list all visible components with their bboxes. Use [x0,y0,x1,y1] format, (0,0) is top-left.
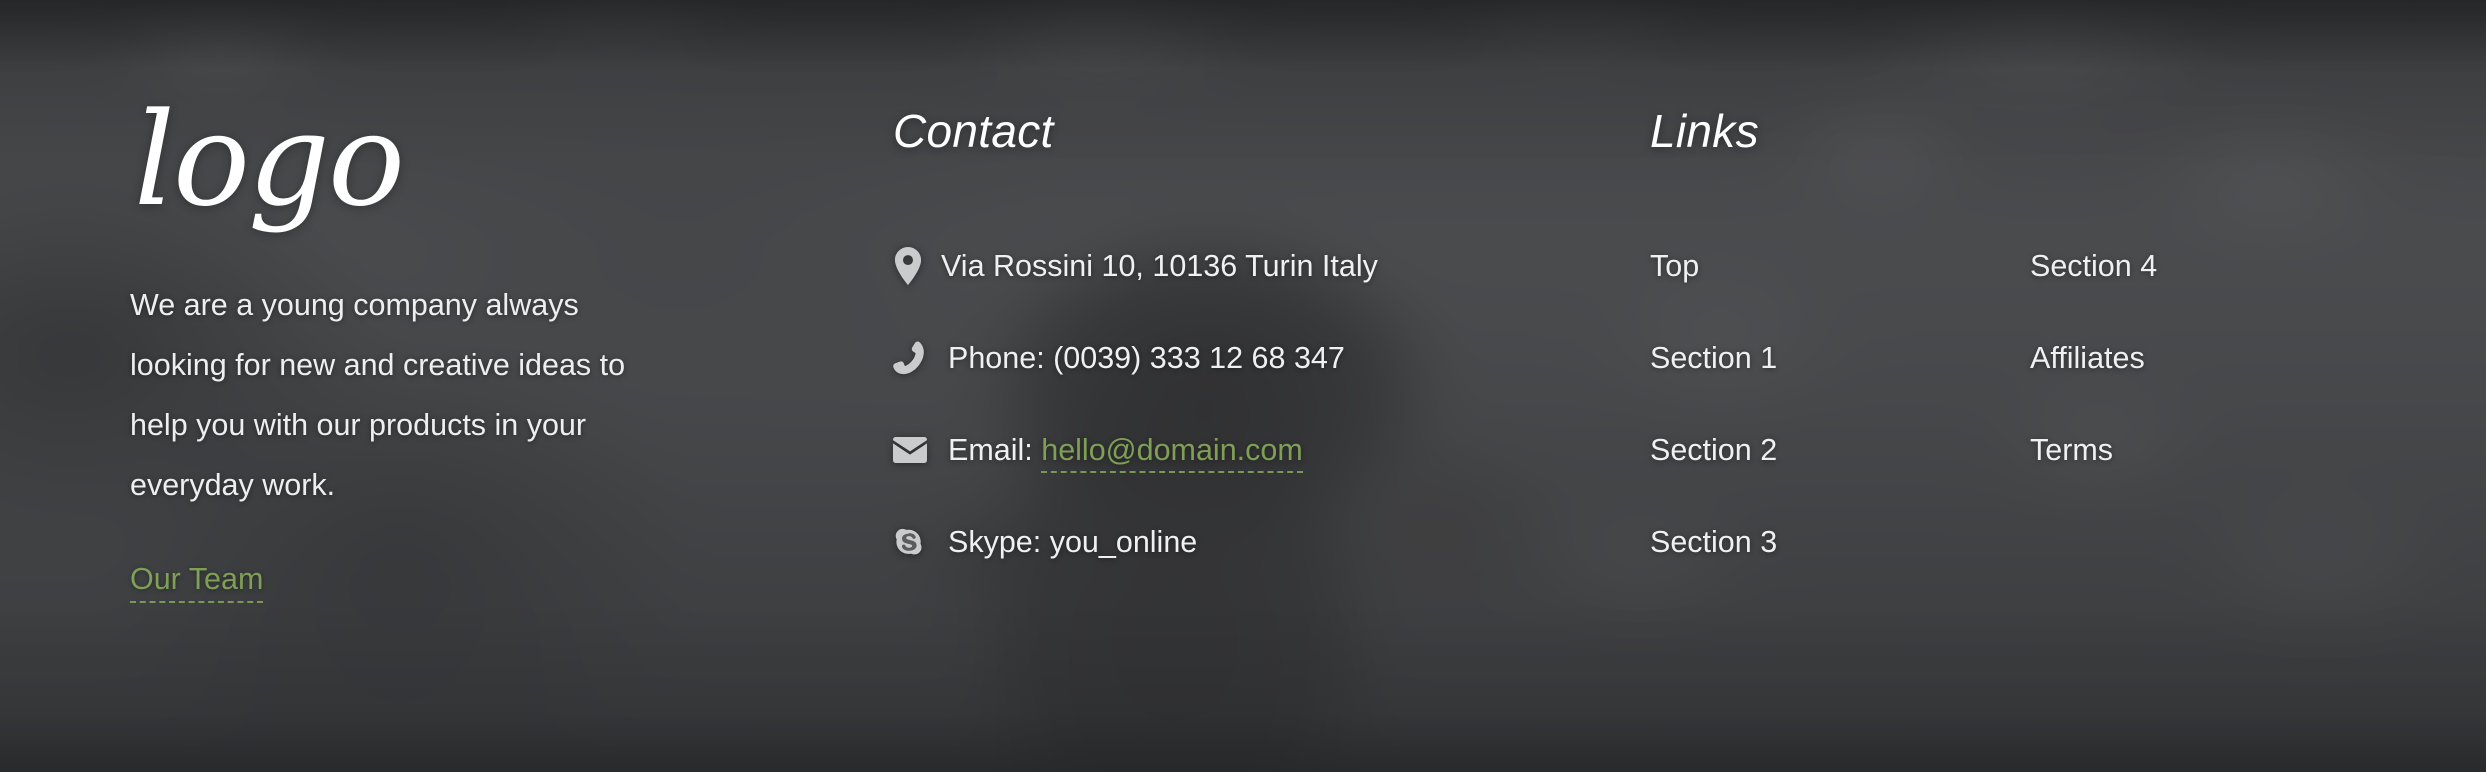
links-grid: Top Section 4 Section 1 Affiliates Secti… [1650,220,2410,588]
contact-phone-text: Phone: (0039) 333 12 68 347 [948,340,1345,375]
our-team-link[interactable]: Our Team [130,562,264,604]
link-section-4[interactable]: Section 4 [2030,251,2410,282]
email-link[interactable]: hello@domain.com [1041,432,1303,473]
contact-row-address: Via Rossini 10, 10136 Turin Italy [893,220,1573,312]
contact-row-skype: Skype: you_online [893,496,1573,588]
email-label: Email: [948,432,1033,467]
contact-skype-text: Skype: you_online [948,524,1198,559]
contact-list: Via Rossini 10, 10136 Turin Italy Phone:… [893,220,1573,588]
contact-email-text: Email: hello@domain.com [948,432,1303,473]
link-top[interactable]: Top [1650,251,2030,282]
logo[interactable]: logo [134,95,770,227]
contact-row-email: Email: hello@domain.com [893,404,1573,496]
link-section-2[interactable]: Section 2 [1650,435,2030,466]
map-pin-icon [893,247,937,285]
contact-address-text: Via Rossini 10, 10136 Turin Italy [941,248,1378,283]
envelope-icon [893,437,937,463]
footer-contact-column: Contact Via Rossini 10, 10136 Turin Ital… [893,108,1573,588]
footer-links-column: Links Top Section 4 Section 1 Affiliates… [1650,108,2410,588]
phone-icon [893,341,937,375]
company-description: We are a young company always looking fo… [130,287,626,502]
contact-heading: Contact [893,105,1054,157]
link-section-3[interactable]: Section 3 [1650,527,2030,558]
link-terms[interactable]: Terms [2030,435,2410,466]
link-section-1[interactable]: Section 1 [1650,343,2030,374]
site-footer: logo We are a young company always looki… [0,0,2486,772]
footer-content: logo We are a young company always looki… [0,0,2486,772]
links-heading: Links [1650,105,1759,157]
contact-row-phone: Phone: (0039) 333 12 68 347 [893,312,1573,404]
skype-icon [893,526,937,558]
footer-brand-column: logo We are a young company always looki… [130,95,770,604]
link-affiliates[interactable]: Affiliates [2030,343,2410,374]
